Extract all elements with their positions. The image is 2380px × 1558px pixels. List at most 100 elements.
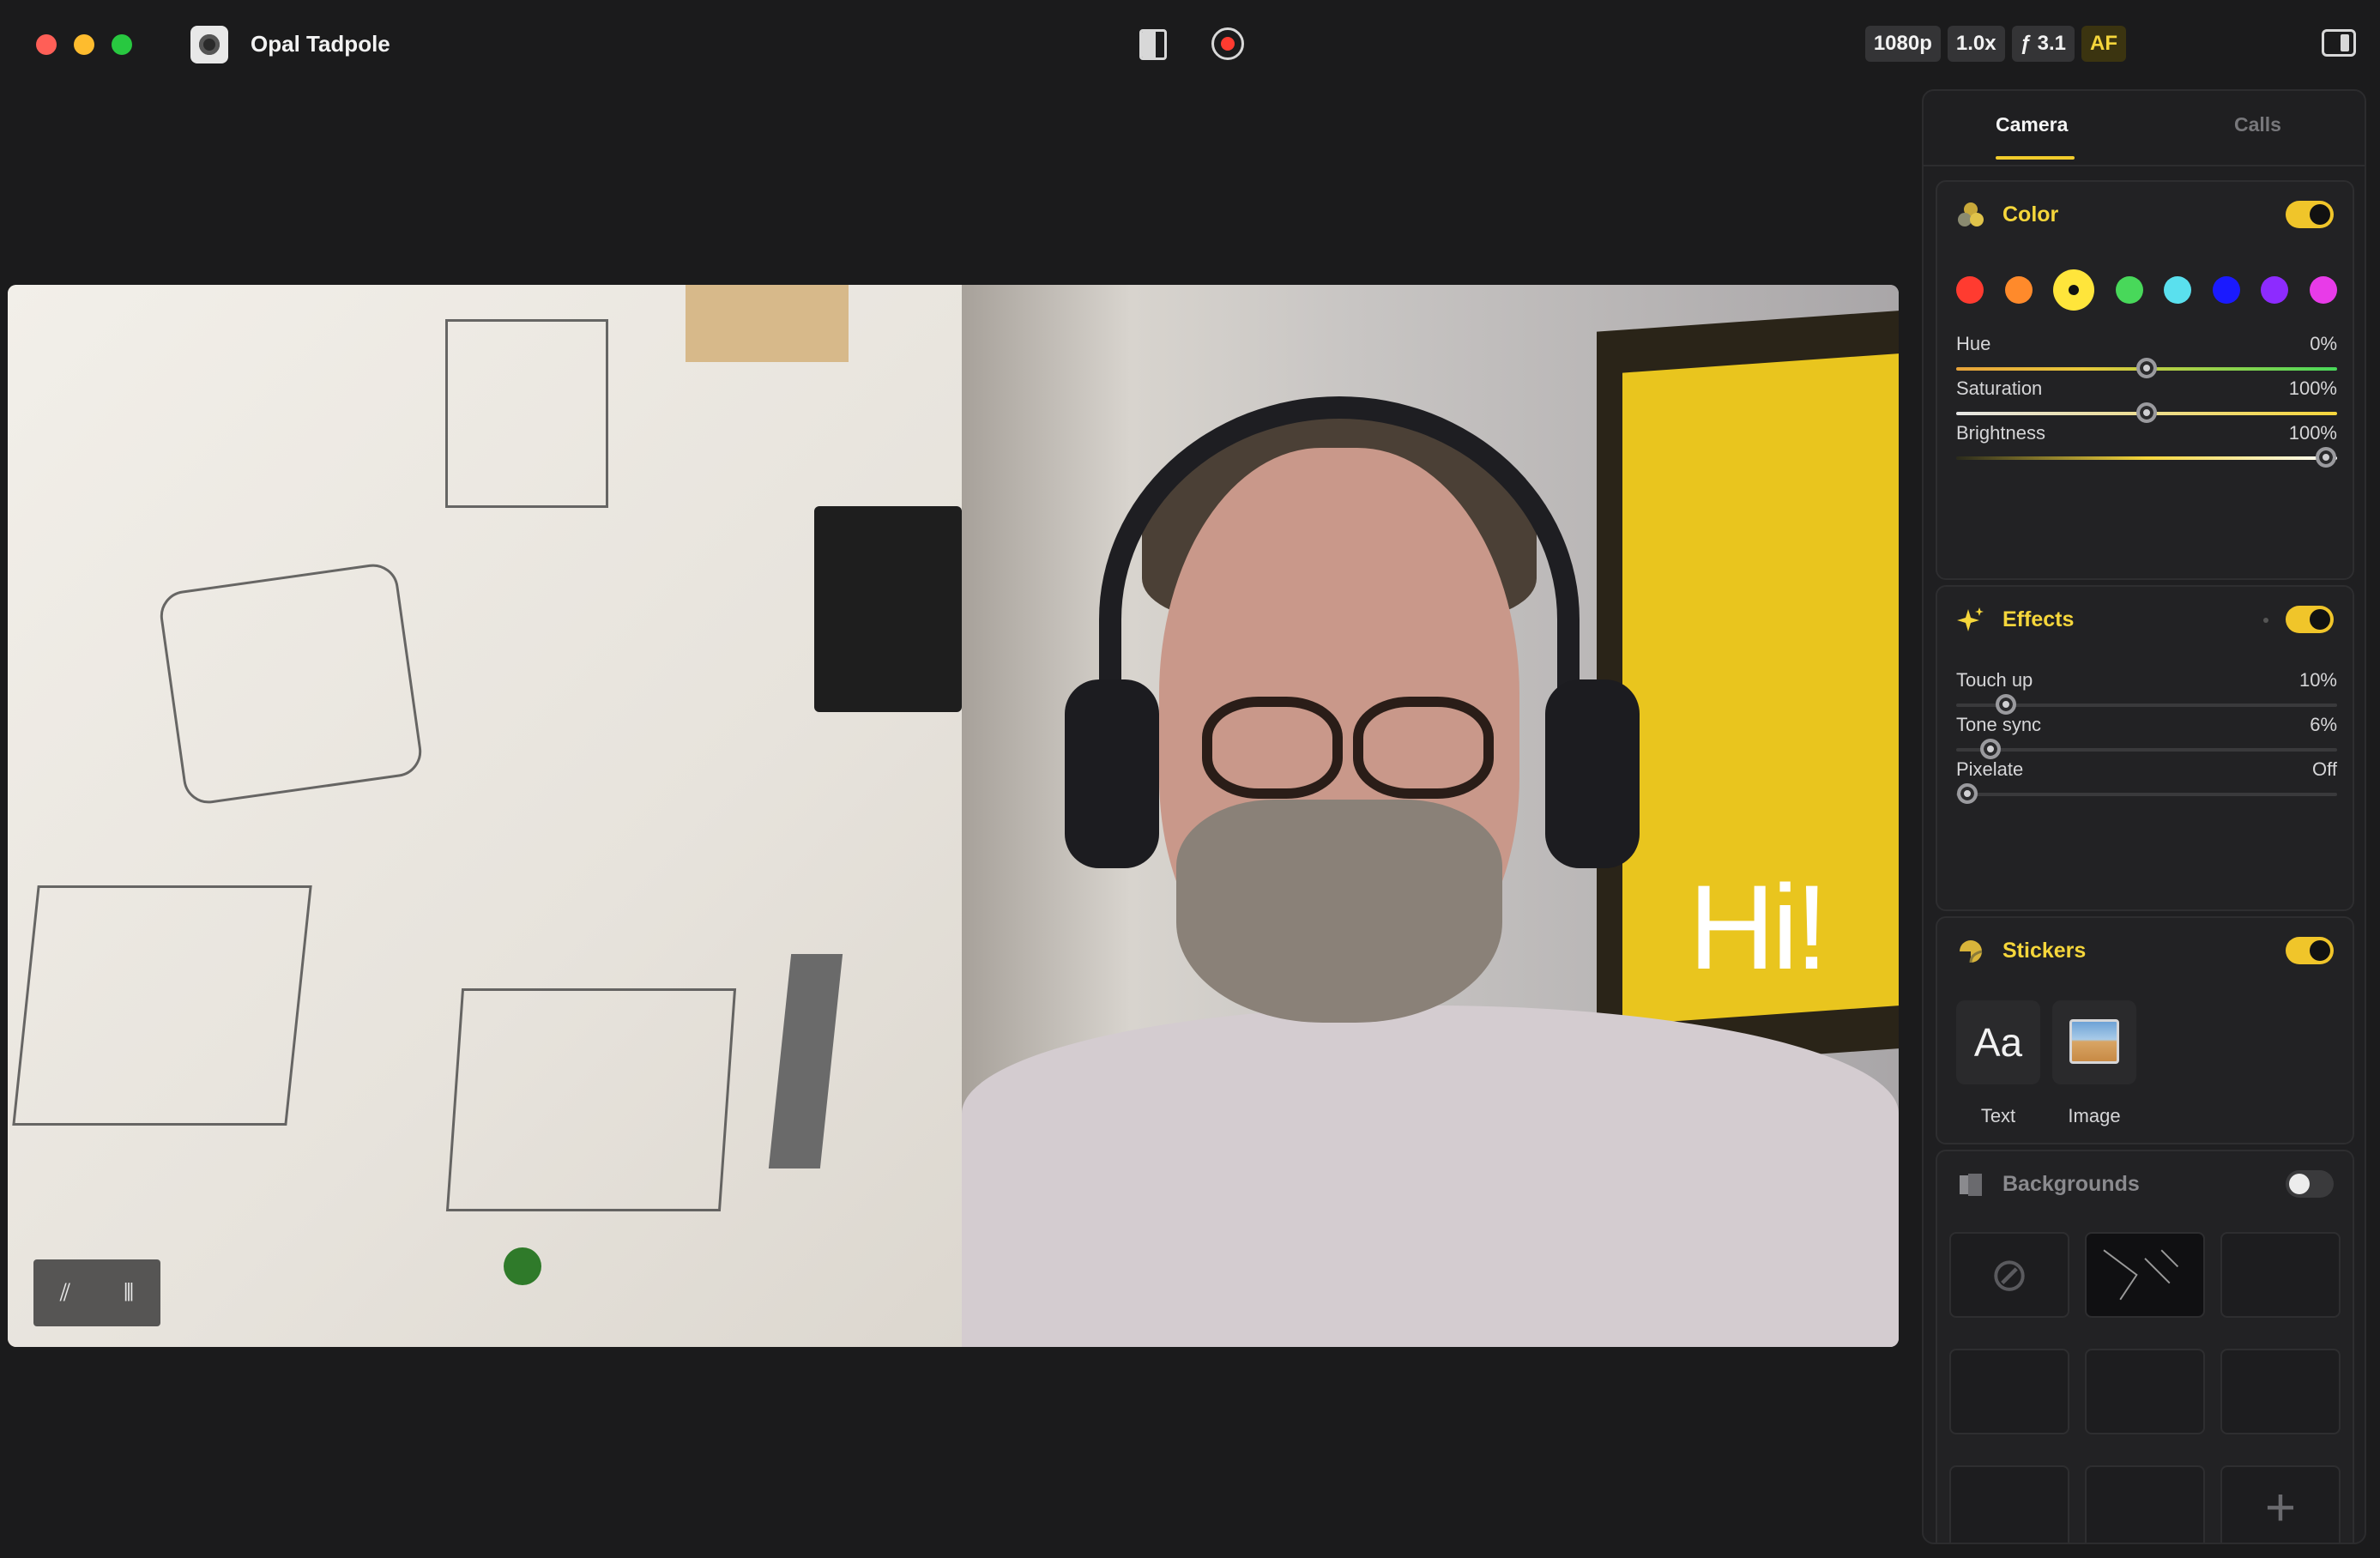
slider-label: Saturation — [1956, 377, 2043, 399]
background-slot[interactable] — [2085, 1465, 2205, 1543]
aperture-chip[interactable]: ƒ 3.1 — [2011, 26, 2075, 62]
backgrounds-title: Backgrounds — [2002, 1172, 2140, 1196]
backgrounds-toggle[interactable] — [2286, 1170, 2334, 1198]
add-background-button[interactable]: + — [2220, 1465, 2341, 1543]
person-shirt — [962, 1005, 1899, 1347]
slider-label: Brightness — [1956, 422, 2045, 444]
color-swatch[interactable] — [2053, 269, 2095, 311]
slider-value: 100% — [2288, 377, 2337, 399]
color-swatch[interactable] — [2115, 276, 2143, 304]
slider-knob[interactable] — [2136, 402, 2157, 423]
color-drops-icon — [1958, 202, 1984, 226]
color-swatch[interactable] — [2164, 276, 2192, 304]
background-slot[interactable] — [2220, 1349, 2341, 1434]
slider-value: 0% — [2310, 333, 2337, 354]
stickers-title: Stickers — [2002, 939, 2087, 963]
slider-pixelate: Pixelate Off — [1956, 758, 2337, 827]
sketch-thumbnail-icon — [2103, 1249, 2179, 1301]
title-bar: Opal Tadpole 1080p 1.0x ƒ 3.1 AF — [0, 0, 2380, 89]
backgrounds-section: Backgrounds ⊘ + — [1936, 1150, 2354, 1543]
background-slot[interactable] — [2220, 1232, 2341, 1318]
color-swatch[interactable] — [2212, 276, 2240, 304]
slider-value: 100% — [2288, 422, 2337, 444]
stripes-icon[interactable]: ⫽ — [60, 1279, 71, 1307]
text-sticker-glyph: Aa — [1973, 1020, 2023, 1065]
resolution-chip[interactable]: 1080p — [1864, 26, 1941, 62]
text-sticker-label: Text — [1980, 1105, 2016, 1126]
stickers-section: Stickers Aa Text Image — [1936, 916, 2354, 1144]
sketch-drawing — [445, 319, 608, 508]
sidebar-toggle-icon[interactable] — [2322, 29, 2356, 57]
image-icon — [2069, 1019, 2119, 1064]
settings-panel: Camera Calls Color Hue 0% Saturation 100% Br… — [1922, 89, 2366, 1544]
minimize-window-button[interactable] — [74, 34, 94, 55]
tab-camera[interactable]: Camera — [1996, 113, 2068, 136]
plus-icon: + — [2264, 1478, 2297, 1537]
color-swatch[interactable] — [2261, 276, 2289, 304]
zoom-chip[interactable]: 1.0x — [1947, 26, 2005, 62]
slider-value: Off — [2312, 758, 2337, 780]
background-thumbnail[interactable] — [2085, 1232, 2205, 1318]
sparkle-icon — [1957, 607, 1984, 631]
background-slot[interactable] — [1949, 1349, 2069, 1434]
effects-indicator-dot — [2263, 618, 2268, 623]
camera-preview: ⫽ ⦀ — [8, 285, 1899, 1347]
slider-label: Tone sync — [1956, 714, 2042, 735]
image-sticker-button[interactable] — [2052, 1000, 2136, 1084]
color-toggle[interactable] — [2286, 201, 2334, 228]
active-tab-indicator — [1996, 156, 2075, 160]
record-button[interactable] — [1211, 27, 1244, 60]
slider-track[interactable] — [1956, 793, 2337, 796]
none-icon: ⊘ — [1990, 1249, 2029, 1301]
slider-knob[interactable] — [1995, 694, 2016, 715]
backgrounds-icon — [1960, 1174, 1982, 1196]
text-sticker-button[interactable]: Aa — [1956, 1000, 2040, 1084]
zoom-window-button[interactable] — [112, 34, 132, 55]
slider-knob[interactable] — [2136, 358, 2157, 378]
color-swatch[interactable] — [2004, 276, 2033, 304]
levels-icon[interactable]: ⦀ — [124, 1279, 134, 1307]
sketch-drawing — [12, 885, 312, 1126]
panel-tabs: Camera Calls — [1924, 91, 2365, 166]
app-icon — [190, 26, 228, 63]
slider-label: Touch up — [1956, 669, 2033, 691]
slider-track[interactable] — [1956, 748, 2337, 752]
sketch-drawing — [156, 560, 426, 807]
split-view-icon[interactable] — [1139, 29, 1167, 60]
slider-knob[interactable] — [1979, 739, 2001, 759]
color-swatch[interactable] — [1956, 276, 1984, 304]
preview-overlay-controls: ⫽ ⦀ — [33, 1259, 160, 1326]
slider-track[interactable] — [1956, 456, 2337, 460]
effects-toggle[interactable] — [2286, 606, 2334, 633]
color-swatch[interactable] — [2309, 276, 2337, 304]
slider-knob[interactable] — [2315, 447, 2336, 468]
slider-knob[interactable] — [1957, 783, 1978, 804]
effects-section: Effects Touch up 10% Tone sync 6% Pixelate Of… — [1936, 585, 2354, 911]
sketch-wall-image — [8, 285, 962, 1347]
background-slot[interactable] — [2085, 1349, 2205, 1434]
slider-label: Pixelate — [1956, 758, 2024, 780]
slider-value: 6% — [2310, 714, 2337, 735]
slider-value: 10% — [2298, 669, 2337, 691]
effects-title: Effects — [2002, 607, 2075, 631]
wood-block — [686, 285, 849, 362]
app-title: Opal Tadpole — [251, 31, 390, 57]
slider-brightness: Brightness 100% — [1956, 422, 2337, 491]
sketch-drawing — [445, 988, 737, 1211]
camera-status-chips: 1080p 1.0x ƒ 3.1 AF — [1864, 26, 2126, 62]
background-slot[interactable] — [1949, 1465, 2069, 1543]
headphone-earcup-right — [1545, 679, 1640, 868]
color-title: Color — [2002, 202, 2059, 226]
webcam-feed — [962, 285, 1899, 1347]
text-sticker[interactable]: Hi! — [1688, 858, 1828, 997]
headphones — [1099, 396, 1580, 842]
stickers-toggle[interactable] — [2286, 937, 2334, 964]
no-background-tile[interactable]: ⊘ — [1949, 1232, 2069, 1318]
tab-calls[interactable]: Calls — [2234, 113, 2281, 136]
black-block — [814, 506, 962, 712]
close-window-button[interactable] — [36, 34, 57, 55]
headphone-earcup-left — [1065, 679, 1159, 868]
autofocus-chip[interactable]: AF — [2081, 26, 2126, 62]
green-dot — [504, 1247, 541, 1285]
slider-label: Hue — [1956, 333, 1991, 354]
